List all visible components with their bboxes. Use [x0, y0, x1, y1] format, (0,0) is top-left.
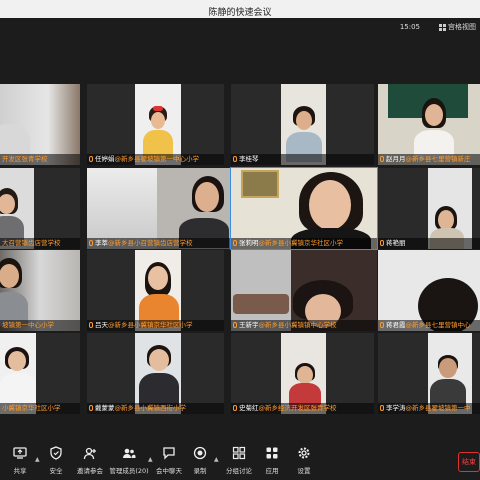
- video-tile[interactable]: 小冀镇京华社区小学: [0, 333, 80, 414]
- participant-school: @新乡县小召营镇齿店营学校: [108, 239, 193, 247]
- video-tile[interactable]: 戴蒙蒙@新乡县小冀镇西街小学: [87, 333, 224, 414]
- settings-label: 设置: [297, 467, 311, 475]
- mic-icon: [89, 240, 93, 246]
- grid-view-icon: [439, 23, 446, 31]
- participant-school: 坡镇第一中心小学: [2, 321, 54, 329]
- share-label: 共享: [13, 467, 27, 475]
- participant-name: 李萃: [95, 239, 108, 247]
- participant-name: 任婷娟: [95, 155, 115, 163]
- chat-bubble-icon: [163, 447, 175, 460]
- video-tile[interactable]: 开发区张青学校: [0, 84, 80, 165]
- shield-icon: [50, 446, 62, 460]
- participant-school: @新乡县小冀镇京华社区小学: [108, 321, 193, 329]
- meeting-time: 15:05: [399, 23, 420, 31]
- participant-school: @新乡县小冀镇西街小学: [114, 404, 187, 412]
- participant-name: 吕天: [95, 321, 108, 329]
- participant-school: 小冀镇京华社区小学: [2, 404, 61, 412]
- members-icon: [123, 448, 136, 458]
- mic-icon: [89, 322, 93, 328]
- video-tile[interactable]: 史菊红@新乡经济开发区张青学校: [231, 333, 374, 414]
- video-tile-active-speaker[interactable]: 张莉明@新乡县小冀镇京华社区小学: [230, 167, 378, 250]
- participant-school: @新乡县小冀镇镇中心学校: [258, 321, 337, 329]
- participant-school: 开发区张青学校: [2, 155, 48, 163]
- gear-icon: [298, 447, 310, 459]
- video-grid: 开发区张青学校 任婷娟@新乡县翟坡镇第一中心小学 李桂琴 赵月月@新乡县七里营镇…: [0, 84, 480, 416]
- participant-name: 史菊红: [239, 404, 259, 412]
- record-label: 录制: [193, 467, 207, 475]
- video-tile[interactable]: 大召营镇齿店营学校: [0, 168, 80, 249]
- video-tile[interactable]: 坡镇第一中心小学: [0, 250, 80, 331]
- mic-icon: [233, 322, 237, 328]
- mic-icon: [380, 156, 384, 162]
- apps-grid-icon: [266, 447, 278, 459]
- participant-school: @新乡县七里营镇中心: [405, 321, 471, 329]
- video-tile[interactable]: 蒋君霞@新乡县七里营镇中心: [378, 250, 480, 331]
- share-button[interactable]: 共享: [0, 446, 40, 475]
- invite-label: 邀请参会: [77, 467, 103, 475]
- mic-icon: [233, 240, 237, 246]
- mic-icon: [380, 240, 384, 246]
- mic-icon: [89, 156, 93, 162]
- participant-name: 戴蒙蒙: [95, 404, 115, 412]
- participant-name: 张莉明: [239, 239, 259, 247]
- window-title: 陈静的快速会议: [208, 8, 272, 18]
- participant-school: @新乡县小冀镇京华社区小学: [258, 239, 344, 247]
- video-tile[interactable]: 蒋艳丽: [378, 168, 480, 249]
- share-screen-icon: [13, 447, 27, 459]
- manage-members-button[interactable]: 管理成员(20): [107, 446, 151, 475]
- participant-name: 蒋艳丽: [386, 239, 406, 247]
- end-meeting-button[interactable]: 结束: [458, 452, 480, 472]
- video-tile[interactable]: 李萃@新乡县小召营镇齿店营学校: [87, 168, 230, 249]
- participant-name: 蒋君霞: [386, 321, 406, 329]
- gallery-view-button[interactable]: 宫格视图: [439, 22, 476, 32]
- participant-name: 李学涛: [386, 404, 406, 412]
- mic-icon: [380, 322, 384, 328]
- mic-icon: [380, 405, 384, 411]
- participant-school: 大召营镇齿店营学校: [2, 239, 61, 247]
- add-user-icon: [83, 447, 96, 460]
- manage-members-label: 管理成员(20): [109, 467, 149, 475]
- video-tile[interactable]: 任婷娟@新乡县翟坡镇第一中心小学: [87, 84, 224, 165]
- participant-name: 李桂琴: [239, 155, 259, 163]
- participant-name: 王新宇: [239, 321, 259, 329]
- participant-school: @新乡县翟坡镇第一中心小学: [114, 155, 200, 163]
- gallery-view-label: 宫格视图: [448, 23, 476, 31]
- title-bar: 陈静的快速会议: [0, 0, 480, 18]
- breakout-rooms-icon: [232, 446, 246, 460]
- participant-school: @新乡县翟坡镇第一中: [405, 404, 471, 412]
- video-tile[interactable]: 王新宇@新乡县小冀镇镇中心学校: [231, 250, 377, 331]
- invite-button[interactable]: 邀请参会: [70, 446, 110, 475]
- video-tile[interactable]: 李桂琴: [231, 84, 374, 165]
- record-options-caret-icon[interactable]: ▲: [214, 456, 219, 463]
- participant-name: 赵月月: [386, 155, 406, 163]
- meeting-toolbar: 共享 ▲ 安全 邀请参会 管理成员(20) ▲ 会中聊天 录制 ▲ 分组讨论 应…: [0, 442, 480, 480]
- video-tile[interactable]: 赵月月@新乡县七里营镇新庄: [378, 84, 480, 165]
- settings-button[interactable]: 设置: [284, 446, 324, 475]
- participant-school: @新乡经济开发区张青学校: [258, 404, 337, 412]
- mic-icon: [233, 156, 237, 162]
- mic-icon: [233, 405, 237, 411]
- mic-icon: [89, 405, 93, 411]
- record-icon: [193, 446, 207, 460]
- participant-school: @新乡县七里营镇新庄: [405, 155, 471, 163]
- top-bar: 15:05 宫格视图: [0, 18, 480, 38]
- meeting-window: 陈静的快速会议 15:05 宫格视图 开发区张青学校 任婷娟@新乡县翟坡镇第一中…: [0, 0, 480, 480]
- video-tile[interactable]: 李学涛@新乡县翟坡镇第一中: [378, 333, 480, 414]
- video-tile[interactable]: 吕天@新乡县小冀镇京华社区小学: [87, 250, 224, 331]
